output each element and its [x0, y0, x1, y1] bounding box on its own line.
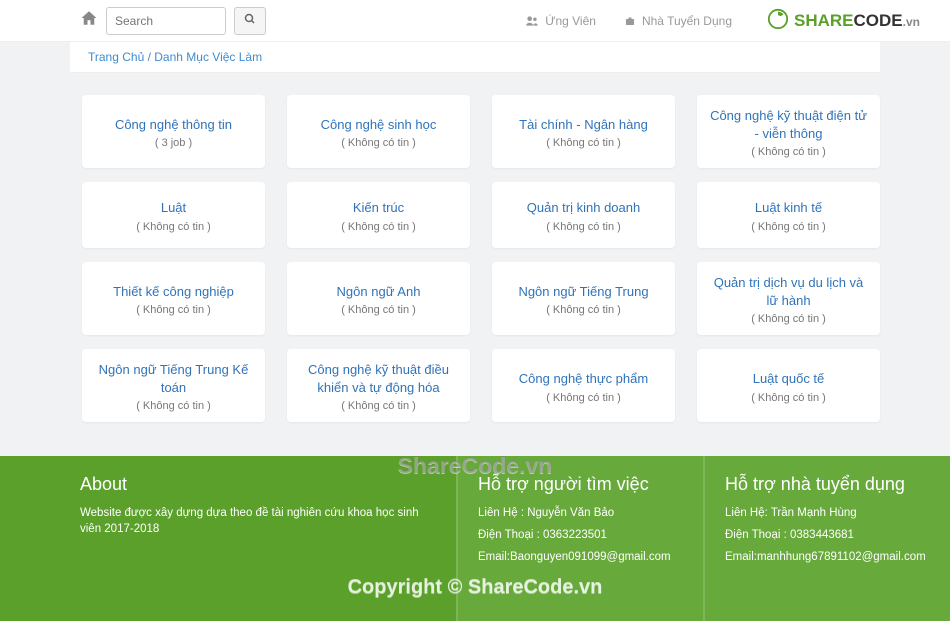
- category-card[interactable]: Công nghệ sinh học ( Không có tin ): [287, 95, 470, 168]
- category-title[interactable]: Luật kinh tế: [707, 199, 870, 217]
- category-card[interactable]: Luật kinh tế ( Không có tin ): [697, 182, 880, 248]
- employer-label: Nhà Tuyển Dụng: [642, 14, 732, 28]
- footer-jobseeker: Hỗ trợ người tìm việc Liên Hệ : Nguyễn V…: [456, 456, 703, 621]
- category-card[interactable]: Ngôn ngữ Tiếng Trung Kế toán ( Không có t…: [82, 349, 265, 422]
- category-title[interactable]: Luật quốc tế: [707, 370, 870, 388]
- category-title[interactable]: Quản trị dịch vụ du lịch và lữ hành: [707, 274, 870, 309]
- category-title[interactable]: Ngôn ngữ Anh: [297, 283, 460, 301]
- category-card[interactable]: Quản trị kinh doanh ( Không có tin ): [492, 182, 675, 248]
- category-card[interactable]: Công nghệ kỹ thuật điều khiển và tự động…: [287, 349, 470, 422]
- briefcase-icon: [624, 14, 636, 28]
- category-title[interactable]: Thiết kế công nghiệp: [92, 283, 255, 301]
- category-card[interactable]: Thiết kế công nghiệp ( Không có tin ): [82, 262, 265, 335]
- jobseeker-email: Email:Baonguyen091099@gmail.com: [478, 549, 683, 565]
- category-title[interactable]: Công nghệ kỹ thuật điều khiển và tự động…: [297, 361, 460, 396]
- employer-title: Hỗ trợ nhà tuyển dụng: [725, 474, 930, 495]
- category-count: ( 3 job ): [92, 137, 255, 149]
- category-card[interactable]: Quản trị dịch vụ du lịch và lữ hành ( Khô…: [697, 262, 880, 335]
- category-count: ( Không có tin ): [707, 221, 870, 233]
- users-icon: [525, 14, 539, 28]
- employer-email: Email:manhhung67891102@gmail.com: [725, 549, 930, 565]
- category-count: ( Không có tin ): [92, 304, 255, 316]
- footer: About Website được xây dựng dựa theo đề …: [0, 456, 950, 621]
- jobseeker-title: Hỗ trợ người tìm việc: [478, 474, 683, 495]
- employer-contact: Liên Hệ: Trần Mạnh Hùng: [725, 505, 930, 521]
- category-card[interactable]: Ngôn ngữ Tiếng Trung ( Không có tin ): [492, 262, 675, 335]
- category-title[interactable]: Công nghệ thực phẩm: [502, 370, 665, 388]
- category-count: ( Không có tin ): [707, 146, 870, 158]
- about-title: About: [80, 474, 436, 495]
- candidate-link[interactable]: Ứng Viên: [525, 14, 596, 28]
- category-title[interactable]: Công nghệ sinh học: [297, 116, 460, 134]
- breadcrumb: Trang Chủ / Danh Mục Việc Làm: [70, 42, 880, 73]
- footer-employer: Hỗ trợ nhà tuyển dụng Liên Hệ: Trần Mạnh…: [703, 456, 950, 621]
- category-card[interactable]: Luật quốc tế ( Không có tin ): [697, 349, 880, 422]
- category-count: ( Không có tin ): [92, 221, 255, 233]
- category-count: ( Không có tin ): [297, 400, 460, 412]
- category-count: ( Không có tin ): [502, 221, 665, 233]
- category-title[interactable]: Ngôn ngữ Tiếng Trung Kế toán: [92, 361, 255, 396]
- employer-phone: Điện Thoại : 0383443681: [725, 527, 930, 543]
- category-card[interactable]: Công nghệ kỹ thuật điện tử - viễn thông (…: [697, 95, 880, 168]
- brand-watermark: SHARECODE.vn: [767, 8, 920, 31]
- category-title[interactable]: Ngôn ngữ Tiếng Trung: [502, 283, 665, 301]
- category-title[interactable]: Công nghệ thông tin: [92, 116, 255, 134]
- category-title[interactable]: Kiến trúc: [297, 199, 460, 217]
- category-count: ( Không có tin ): [297, 137, 460, 149]
- breadcrumb-current[interactable]: Danh Mục Việc Làm: [154, 50, 262, 64]
- category-count: ( Không có tin ): [297, 221, 460, 233]
- footer-about: About Website được xây dựng dựa theo đề …: [0, 456, 456, 621]
- breadcrumb-home[interactable]: Trang Chủ: [88, 50, 144, 64]
- category-count: ( Không có tin ): [502, 304, 665, 316]
- employer-link[interactable]: Nhà Tuyển Dụng: [624, 14, 732, 28]
- category-count: ( Không có tin ): [502, 137, 665, 149]
- category-card[interactable]: Luật ( Không có tin ): [82, 182, 265, 248]
- navbar-left: [80, 7, 266, 35]
- category-count: ( Không có tin ): [297, 304, 460, 316]
- category-card[interactable]: Ngôn ngữ Anh ( Không có tin ): [287, 262, 470, 335]
- category-grid-wrap: Công nghệ thông tin ( 3 job ) Công nghệ si…: [0, 73, 950, 422]
- home-icon[interactable]: [80, 9, 98, 32]
- category-count: ( Không có tin ): [502, 392, 665, 404]
- category-card[interactable]: Công nghệ thực phẩm ( Không có tin ): [492, 349, 675, 422]
- category-count: ( Không có tin ): [707, 313, 870, 325]
- category-title[interactable]: Luật: [92, 199, 255, 217]
- category-title[interactable]: Công nghệ kỹ thuật điện tử - viễn thông: [707, 107, 870, 142]
- search-input[interactable]: [106, 7, 226, 35]
- category-card[interactable]: Tài chính - Ngân hàng ( Không có tin ): [492, 95, 675, 168]
- category-grid: Công nghệ thông tin ( 3 job ) Công nghệ si…: [82, 95, 880, 422]
- category-count: ( Không có tin ): [92, 400, 255, 412]
- category-count: ( Không có tin ): [707, 392, 870, 404]
- category-title[interactable]: Tài chính - Ngân hàng: [502, 116, 665, 134]
- jobseeker-contact: Liên Hệ : Nguyễn Văn Bảo: [478, 505, 683, 521]
- category-card[interactable]: Kiến trúc ( Không có tin ): [287, 182, 470, 248]
- jobseeker-phone: Điện Thoại : 0363223501: [478, 527, 683, 543]
- candidate-label: Ứng Viên: [545, 14, 596, 28]
- about-text: Website được xây dựng dựa theo đề tài ng…: [80, 505, 436, 537]
- search-button[interactable]: [234, 7, 266, 35]
- category-title[interactable]: Quản trị kinh doanh: [502, 199, 665, 217]
- category-card[interactable]: Công nghệ thông tin ( 3 job ): [82, 95, 265, 168]
